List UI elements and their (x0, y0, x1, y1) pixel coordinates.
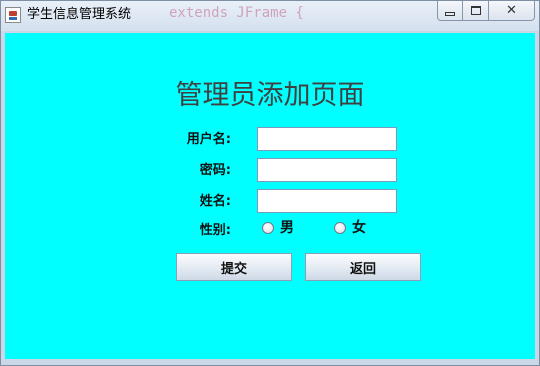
radio-button-icon[interactable] (334, 222, 346, 234)
maximize-icon (470, 6, 481, 15)
java-app-icon (5, 7, 21, 23)
background-code-text: extends JFrame { (169, 5, 304, 21)
minimize-icon (445, 11, 455, 16)
username-input[interactable] (257, 127, 397, 151)
app-window: 学生信息管理系统 extends JFrame { ✕ 管理员添加页面 用户名:… (0, 0, 540, 366)
maximize-button[interactable] (463, 1, 489, 21)
name-label: 姓名: (199, 194, 231, 209)
username-label: 用户名: (186, 132, 231, 147)
close-button[interactable]: ✕ (489, 1, 535, 21)
title-bar[interactable]: 学生信息管理系统 extends JFrame { ✕ (1, 1, 539, 31)
minimize-button[interactable] (437, 1, 463, 21)
gender-option-male[interactable]: 男 (262, 220, 294, 236)
gender-option-label: 女 (352, 220, 366, 236)
name-input[interactable] (257, 189, 397, 213)
close-icon: ✕ (506, 3, 517, 18)
window-title: 学生信息管理系统 (27, 7, 132, 22)
window-controls: ✕ (437, 1, 535, 21)
gender-label: 性别: (199, 223, 231, 238)
password-input[interactable] (257, 158, 397, 182)
password-label: 密码: (199, 163, 231, 178)
form-panel: 管理员添加页面 用户名: 密码: 姓名: 性别: 男 女 提交 返回 (5, 33, 535, 359)
submit-button[interactable]: 提交 (176, 253, 292, 281)
gender-option-label: 男 (280, 220, 294, 236)
back-button[interactable]: 返回 (305, 253, 421, 281)
gender-option-female[interactable]: 女 (334, 220, 366, 236)
page-title: 管理员添加页面 (175, 80, 365, 111)
radio-button-icon[interactable] (262, 222, 274, 234)
